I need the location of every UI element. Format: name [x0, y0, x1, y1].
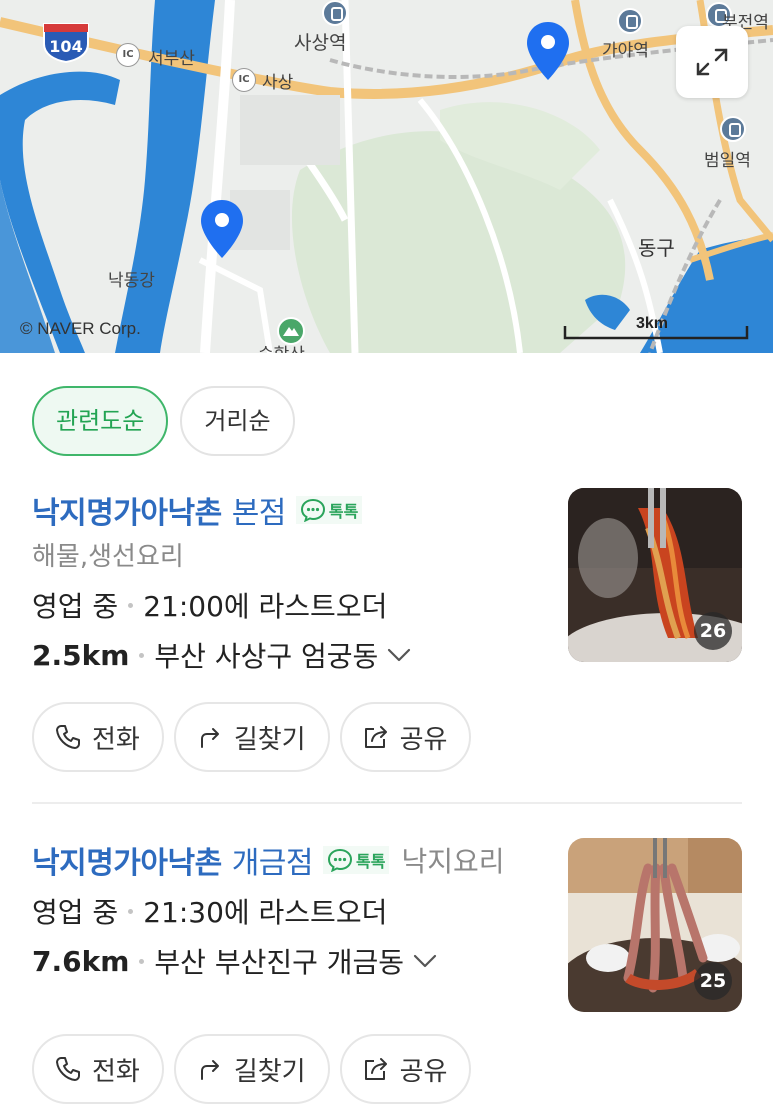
ic-badge-icon: IC [232, 68, 256, 92]
place-name[interactable]: 낙지명가아낙촌 [32, 838, 222, 882]
sort-relevance-chip[interactable]: 관련도순 [32, 386, 169, 456]
map-view[interactable]: 104 IC 서부산 IC 사상 사상역 가야역 부전역 범일역 동구 낙동강 … [0, 0, 773, 353]
map-label-sasang-station: 사상역 [294, 32, 347, 54]
directions-button[interactable]: 길찾기 [173, 702, 330, 772]
last-order: 21:00에 라스트오더 [143, 590, 388, 623]
talk-badge[interactable]: 톡톡 [295, 496, 363, 524]
talk-icon [300, 498, 325, 522]
action-buttons: 전화 길찾기 공유 [32, 1034, 472, 1104]
photo-count-badge: 25 [694, 962, 732, 1000]
share-icon [364, 726, 387, 748]
result-item[interactable]: 낙지명가아낙촌 본점 톡톡 해물,생선요리 영업 중 21:00에 라스트오더 … [32, 488, 742, 788]
call-button[interactable]: 전화 [32, 702, 164, 772]
station-icon [617, 8, 643, 34]
share-icon [364, 1058, 387, 1080]
map-label-gaya-station: 가야역 [602, 41, 649, 61]
share-button[interactable]: 공유 [339, 702, 472, 772]
separator-dot [139, 958, 145, 964]
ic-badge-icon: IC [116, 43, 140, 67]
map-label-nakdong-river: 낙동강 [108, 271, 155, 291]
place-photo[interactable]: 25 [568, 838, 742, 1012]
talk-label: 톡톡 [356, 852, 386, 871]
open-status: 영업 중 [32, 590, 119, 623]
photo-count-badge: 26 [694, 612, 732, 650]
call-label: 전화 [92, 1056, 140, 1087]
distance: 7.6km [32, 944, 130, 978]
result-item[interactable]: 낙지명가아낙촌 개금점 톡톡 낙지요리 영업 중 21:30에 라스트오더 7.… [32, 838, 742, 1108]
station-icon [720, 116, 746, 142]
directions-icon [200, 1060, 219, 1080]
action-buttons: 전화 길찾기 공유 [32, 702, 472, 772]
result-divider [32, 802, 742, 804]
directions-label: 길찾기 [233, 724, 306, 755]
place-branch[interactable]: 개금점 [232, 838, 314, 882]
sort-filters: 관련도순 거리순 [32, 386, 295, 456]
chevron-down-icon[interactable] [386, 647, 412, 663]
place-photo[interactable]: 26 [568, 488, 742, 662]
highway-shield-icon: 104 [43, 23, 89, 64]
directions-button[interactable]: 길찾기 [173, 1034, 330, 1104]
separator-dot [139, 652, 145, 658]
pin-icon[interactable] [524, 20, 572, 84]
directions-icon [200, 728, 219, 748]
talk-icon [328, 848, 353, 872]
map-label-seobusan: 서부산 [148, 49, 195, 69]
scale-label: 3km [636, 315, 669, 332]
last-order: 21:30에 라스트오더 [143, 896, 388, 929]
separator-dot [128, 602, 134, 608]
address: 부산 부산진구 개금동 [154, 946, 405, 979]
expand-icon [696, 48, 728, 76]
map-label-suhak-mountain: 승학산 [258, 340, 305, 353]
share-label: 공유 [399, 1056, 448, 1087]
talk-label: 톡톡 [328, 502, 359, 521]
phone-icon [56, 1057, 80, 1081]
phone-icon [56, 725, 80, 749]
share-button[interactable]: 공유 [339, 1034, 472, 1104]
station-icon [322, 0, 348, 26]
distance: 2.5km [32, 638, 130, 672]
directions-label: 길찾기 [233, 1056, 306, 1087]
place-category: 낙지요리 [401, 845, 505, 878]
map-label-sasang-ic: 사상 [262, 73, 294, 93]
call-label: 전화 [92, 724, 140, 755]
sort-distance-chip[interactable]: 거리순 [180, 386, 295, 456]
call-button[interactable]: 전화 [32, 1034, 164, 1104]
map-copyright: © NAVER Corp. [20, 319, 141, 338]
address: 부산 사상구 엄궁동 [154, 640, 379, 673]
open-status: 영업 중 [32, 896, 119, 929]
talk-badge[interactable]: 톡톡 [323, 846, 390, 874]
chevron-down-icon[interactable] [412, 953, 438, 969]
place-name[interactable]: 낙지명가아낙촌 [32, 488, 222, 532]
map-label-beomil-station: 범일역 [704, 151, 751, 171]
place-branch[interactable]: 본점 [232, 488, 287, 532]
map-label-dong-gu: 동구 [638, 236, 675, 260]
route-number: 104 [49, 37, 82, 56]
share-label: 공유 [399, 724, 448, 755]
separator-dot [128, 908, 134, 914]
map-expand-button[interactable] [676, 26, 748, 98]
pin-icon[interactable] [198, 198, 246, 262]
